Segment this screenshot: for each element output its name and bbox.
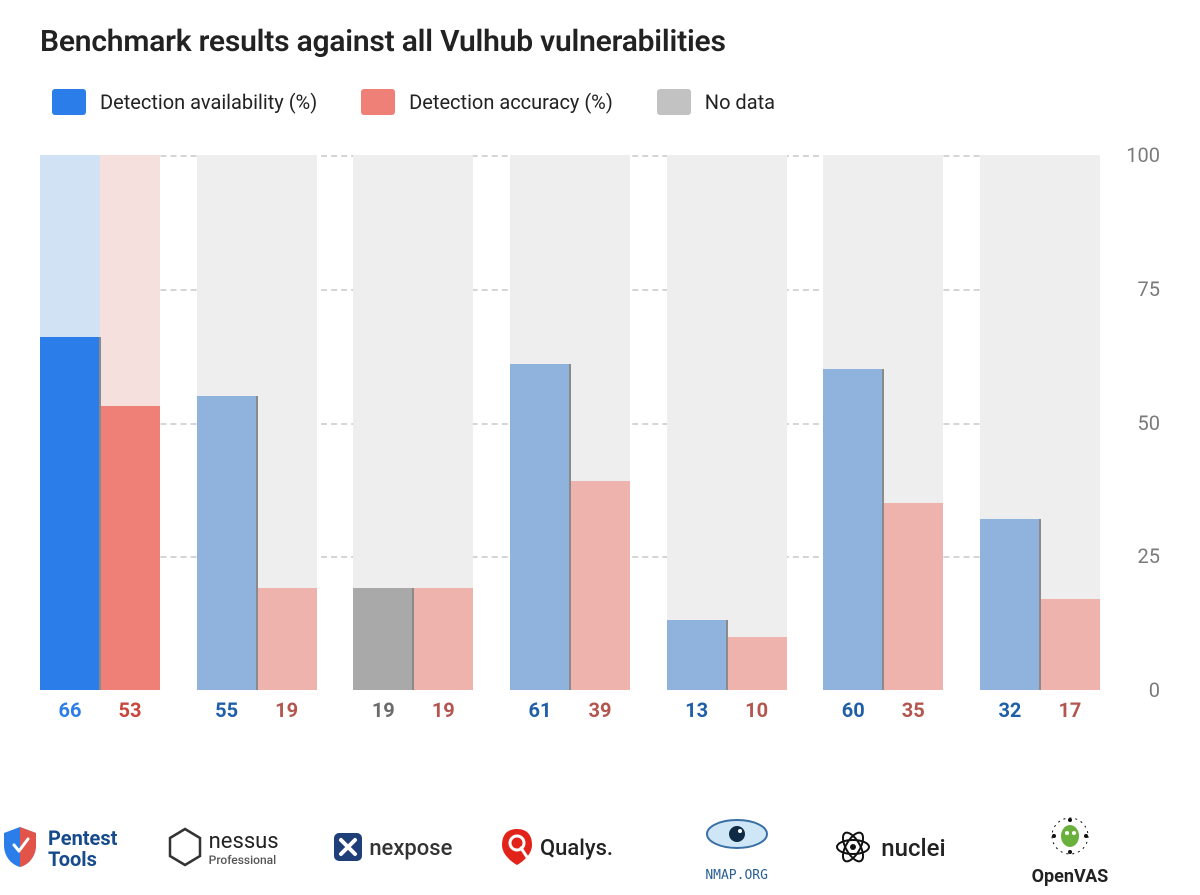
value-label-availability: 55 (197, 698, 257, 722)
bar-group: 5519 (197, 155, 317, 690)
tool-logo-icon (333, 832, 363, 866)
value-label-accuracy: 19 (257, 698, 317, 722)
y-tick-label: 0 (1149, 678, 1160, 702)
bar-availability (980, 519, 1040, 690)
chart-title: Benchmark results against all Vulhub vul… (40, 24, 1160, 59)
legend-label-accuracy: Detection accuracy (%) (409, 90, 613, 114)
tool-logo-icon (0, 825, 40, 873)
bar-availability (823, 369, 883, 690)
legend: Detection availability (%) Detection acc… (40, 89, 1160, 115)
bar-separator (726, 620, 728, 690)
value-label-availability: 32 (980, 698, 1040, 722)
bar-accuracy (413, 588, 473, 690)
value-label-availability: 61 (510, 698, 570, 722)
tool-label: PentestTools (48, 828, 117, 870)
tool-logo-icon (1048, 814, 1092, 862)
bar-separator (569, 364, 571, 690)
bar-availability (40, 337, 100, 690)
bar-bg-accuracy (727, 155, 787, 690)
bar-accuracy (257, 588, 317, 690)
bar-group: 3217 (980, 155, 1100, 690)
y-tick-label: 100 (1126, 143, 1160, 167)
tool-label: OpenVAS (1032, 868, 1109, 887)
bar-separator (1039, 519, 1041, 690)
bar-accuracy (883, 503, 943, 690)
bar-bg-availability (667, 155, 727, 690)
x-axis-item: OpenVAS (1000, 810, 1140, 887)
x-axis-item: nuclei (833, 810, 973, 887)
tool-label: nexpose (369, 837, 452, 860)
bar-group: 6653 (40, 155, 160, 690)
legend-item-accuracy: Detection accuracy (%) (361, 89, 613, 115)
tool-label: Qualys. (540, 837, 613, 860)
swatch-availability (52, 89, 86, 115)
tool-logo-icon (833, 827, 873, 871)
value-label-accuracy: 39 (570, 698, 630, 722)
legend-item-nodata: No data (657, 89, 775, 115)
value-label-availability: 66 (40, 698, 100, 722)
tool-sublabel: Professional (209, 853, 279, 867)
swatch-nodata (657, 89, 691, 115)
bar-nodata (353, 588, 413, 690)
bar-group: 6139 (510, 155, 630, 690)
swatch-accuracy (361, 89, 395, 115)
x-axis-item: PentestTools (0, 810, 140, 887)
bar-separator (412, 588, 414, 690)
value-label-accuracy: 35 (883, 698, 943, 722)
bar-separator (256, 396, 258, 690)
bar-availability (667, 620, 727, 690)
x-axis-item: nessusProfessional (167, 810, 307, 887)
bar-group: 1310 (667, 155, 787, 690)
value-label-accuracy: 10 (727, 698, 787, 722)
legend-label-availability: Detection availability (%) (100, 90, 317, 114)
y-tick-label: 75 (1138, 277, 1160, 301)
bar-group: 1919 (353, 155, 473, 690)
bar-accuracy (570, 481, 630, 690)
bar-accuracy (100, 406, 160, 690)
y-axis: 0255075100 (1110, 155, 1160, 690)
bar-availability (197, 396, 257, 690)
x-axis-labels: PentestTools nessusProfessional nexpose Qua… (0, 810, 1140, 887)
bar-separator (882, 369, 884, 690)
value-label-accuracy: 53 (100, 698, 160, 722)
legend-item-availability: Detection availability (%) (52, 89, 317, 115)
tool-label: nessus (209, 830, 279, 853)
value-label-availability: 19 (353, 698, 413, 722)
y-tick-label: 25 (1138, 544, 1160, 568)
value-label-availability: 60 (823, 698, 883, 722)
tool-logo-icon (167, 827, 203, 871)
bar-group: 6035 (823, 155, 943, 690)
plot: 6653 5519 1919 6139 1310 6035 3217 (40, 155, 1100, 690)
value-label-accuracy: 17 (1040, 698, 1100, 722)
x-axis-item: nexpose (333, 810, 473, 887)
tool-logo-icon (500, 827, 534, 871)
y-tick-label: 50 (1138, 411, 1160, 435)
value-label-availability: 13 (667, 698, 727, 722)
bar-groups: 6653 5519 1919 6139 1310 6035 3217 (40, 155, 1100, 690)
bar-separator (99, 337, 101, 690)
x-axis-item: NMAP.ORG (667, 810, 807, 887)
value-label-accuracy: 19 (413, 698, 473, 722)
bar-accuracy (727, 637, 787, 691)
chart-area: 6653551919196139131060353217 0255075100 (40, 155, 1100, 730)
tool-sublabel: NMAP.ORG (705, 868, 768, 883)
tool-logo-icon (702, 816, 772, 860)
x-axis-item: Qualys. (500, 810, 640, 887)
bar-availability (510, 364, 570, 690)
tool-label: nuclei (881, 836, 945, 861)
bar-accuracy (1040, 599, 1100, 690)
legend-label-nodata: No data (705, 90, 775, 114)
